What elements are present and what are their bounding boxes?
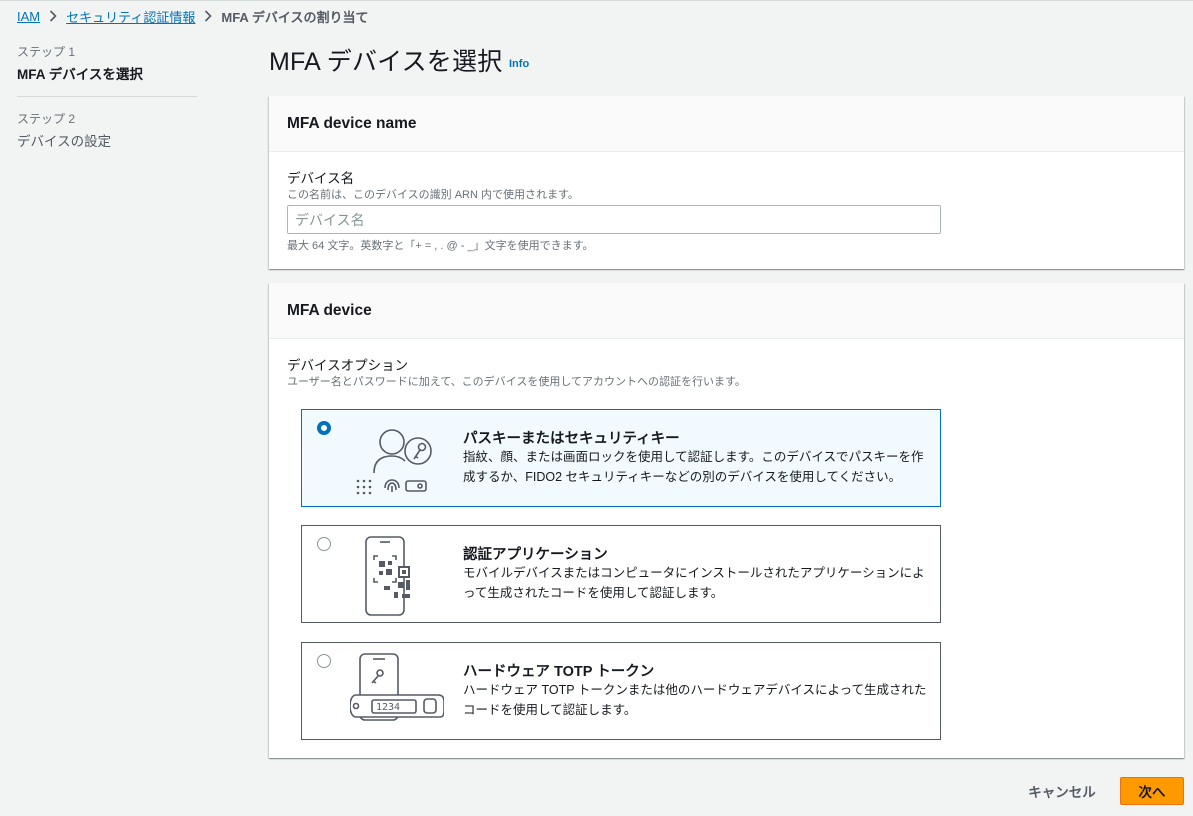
breadcrumb-current: MFA デバイスの割り当て [221,9,369,25]
radio-passkey[interactable] [317,421,331,435]
authenticator-app-illustration-icon [365,536,410,616]
radio-hardware-totp[interactable] [317,654,331,668]
breadcrumb: IAM セキュリティ認証情報 MFA デバイスの割り当て [17,7,369,25]
device-name-input[interactable] [287,205,941,234]
option-hardware-totp-title: ハードウェア TOTP トークン [463,664,655,680]
page-title: MFA デバイスを選択 [269,48,503,76]
device-name-label: デバイス名 [287,171,355,186]
option-passkey-title: パスキーまたはセキュリティキー [463,431,680,447]
info-link[interactable]: Info [509,58,529,70]
device-options-description: ユーザー名とパスワードに加えて、このデバイスを使用してアカウントへの認証を行いま… [287,376,746,388]
cancel-button[interactable]: キャンセル [1023,777,1101,805]
option-hardware-totp-card[interactable]: 1234 ハードウェア TOTP トークン ハードウェア TOTP トークンまた… [301,642,941,740]
device-name-constraint: 最大 64 文字。英数字と「+ = , . @ - _」文字を使用できます。 [287,240,594,252]
passkey-illustration-icon [356,429,432,495]
nav-divider [17,96,197,97]
device-name-description: この名前は、このデバイスの識別 ARN 内で使用されます。 [287,189,579,201]
next-button[interactable]: 次へ [1120,777,1184,805]
hardware-token-illustration-icon: 1234 [350,653,444,721]
step-1-title: MFA デバイスを選択 [17,67,143,82]
device-name-panel-header: MFA device name [269,96,1184,152]
step-2-label: ステップ 2 [17,112,76,126]
mfa-device-panel: MFA device デバイスオプション ユーザー名とパスワードに加えて、このデ… [269,283,1184,758]
option-hardware-totp-description: ハードウェア TOTP トークンまたは他のハードウェアデバイスによって生成された… [463,683,927,717]
option-authenticator-app-title: 認証アプリケーション [463,547,608,563]
option-passkey-description: 指紋、顔、または画面ロックを使用して認証します。このデバイスでパスキーを作成する… [463,450,924,484]
breadcrumb-security-credentials-link[interactable]: セキュリティ認証情報 [66,7,195,26]
token-display-text: 1234 [376,702,400,713]
step-2-title: デバイスの設定 [17,134,112,149]
radio-authenticator-app[interactable] [317,537,331,551]
chevron-right-icon [195,10,221,22]
chevron-right-icon [40,10,66,22]
breadcrumb-iam-link[interactable]: IAM [17,9,40,24]
option-authenticator-app-description: モバイルデバイスまたはコンピュータにインストールされたアプリケーションによって生… [463,566,925,600]
step-1-label: ステップ 1 [17,45,76,59]
device-options-label: デバイスオプション [287,358,409,373]
device-name-panel: MFA device name デバイス名 この名前は、このデバイスの識別 AR… [269,96,1184,269]
top-border [0,0,1193,1]
mfa-device-panel-header: MFA device [269,283,1184,339]
option-authenticator-app-card[interactable]: 認証アプリケーション モバイルデバイスまたはコンピュータにインストールされたアプ… [301,525,941,623]
option-passkey-card[interactable]: パスキーまたはセキュリティキー 指紋、顔、または画面ロックを使用して認証します。… [301,409,941,507]
